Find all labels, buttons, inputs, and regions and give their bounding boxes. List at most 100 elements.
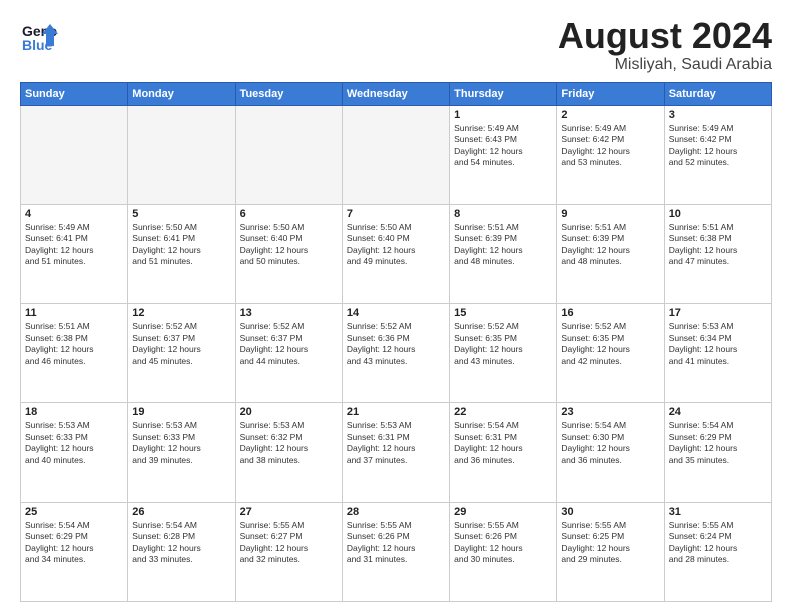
day-info: Sunrise: 5:53 AM Sunset: 6:32 PM Dayligh…: [240, 420, 338, 466]
calendar-cell: 14 Sunrise: 5:52 AM Sunset: 6:36 PM Dayli…: [342, 304, 449, 403]
calendar-cell: 7 Sunrise: 5:50 AM Sunset: 6:40 PM Daylig…: [342, 204, 449, 303]
calendar-cell: 1 Sunrise: 5:49 AM Sunset: 6:43 PM Daylig…: [450, 105, 557, 204]
calendar-week-row: 25 Sunrise: 5:54 AM Sunset: 6:29 PM Dayli…: [21, 502, 772, 601]
day-number: 2: [561, 109, 659, 121]
calendar-cell: 20 Sunrise: 5:53 AM Sunset: 6:32 PM Dayli…: [235, 403, 342, 502]
day-info: Sunrise: 5:52 AM Sunset: 6:35 PM Dayligh…: [561, 321, 659, 367]
calendar-week-row: 4Sunrise: 5:49 AM Sunset: 6:41 PM Daylig…: [21, 204, 772, 303]
calendar-cell: 22 Sunrise: 5:54 AM Sunset: 6:31 PM Dayli…: [450, 403, 557, 502]
calendar-cell: [342, 105, 449, 204]
day-info: Sunrise: 5:51 AM Sunset: 6:39 PM Dayligh…: [454, 222, 552, 268]
day-number: 18: [25, 406, 123, 418]
calendar-cell: [21, 105, 128, 204]
calendar-week-row: 18 Sunrise: 5:53 AM Sunset: 6:33 PM Dayli…: [21, 403, 772, 502]
day-number: 23: [561, 406, 659, 418]
day-number: 9: [561, 208, 659, 220]
calendar-cell: [235, 105, 342, 204]
day-number: 15: [454, 307, 552, 319]
day-info: Sunrise: 5:53 AM Sunset: 6:34 PM Dayligh…: [669, 321, 767, 367]
weekday-header: Saturday: [664, 82, 771, 105]
calendar-week-row: 11 Sunrise: 5:51 AM Sunset: 6:38 PM Dayli…: [21, 304, 772, 403]
day-info: Sunrise: 5:54 AM Sunset: 6:30 PM Dayligh…: [561, 420, 659, 466]
day-info: Sunrise: 5:53 AM Sunset: 6:33 PM Dayligh…: [25, 420, 123, 466]
day-number: 17: [669, 307, 767, 319]
day-info: Sunrise: 5:51 AM Sunset: 6:39 PM Dayligh…: [561, 222, 659, 268]
day-info: Sunrise: 5:55 AM Sunset: 6:27 PM Dayligh…: [240, 520, 338, 566]
title-block: August 2024 Misliyah, Saudi Arabia: [558, 16, 772, 74]
page: General Blue August 2024 Misliyah, Saudi…: [0, 0, 792, 612]
day-info: Sunrise: 5:52 AM Sunset: 6:36 PM Dayligh…: [347, 321, 445, 367]
day-number: 21: [347, 406, 445, 418]
day-number: 3: [669, 109, 767, 121]
day-number: 7: [347, 208, 445, 220]
calendar-cell: 31 Sunrise: 5:55 AM Sunset: 6:24 PM Dayli…: [664, 502, 771, 601]
day-info: Sunrise: 5:51 AM Sunset: 6:38 PM Dayligh…: [669, 222, 767, 268]
weekday-header: Monday: [128, 82, 235, 105]
day-info: Sunrise: 5:51 AM Sunset: 6:38 PM Dayligh…: [25, 321, 123, 367]
calendar-cell: 9 Sunrise: 5:51 AM Sunset: 6:39 PM Daylig…: [557, 204, 664, 303]
day-number: 28: [347, 506, 445, 518]
day-number: 26: [132, 506, 230, 518]
calendar-cell: 19 Sunrise: 5:53 AM Sunset: 6:33 PM Dayli…: [128, 403, 235, 502]
day-number: 25: [25, 506, 123, 518]
day-number: 29: [454, 506, 552, 518]
weekday-header: Sunday: [21, 82, 128, 105]
calendar-cell: 27 Sunrise: 5:55 AM Sunset: 6:27 PM Dayli…: [235, 502, 342, 601]
day-number: 19: [132, 406, 230, 418]
logo: General Blue: [20, 16, 58, 54]
day-info: Sunrise: 5:52 AM Sunset: 6:37 PM Dayligh…: [132, 321, 230, 367]
day-number: 5: [132, 208, 230, 220]
calendar-cell: 12 Sunrise: 5:52 AM Sunset: 6:37 PM Dayli…: [128, 304, 235, 403]
day-info: Sunrise: 5:52 AM Sunset: 6:35 PM Dayligh…: [454, 321, 552, 367]
day-number: 27: [240, 506, 338, 518]
day-info: Sunrise: 5:53 AM Sunset: 6:33 PM Dayligh…: [132, 420, 230, 466]
weekday-header: Tuesday: [235, 82, 342, 105]
day-info: Sunrise: 5:55 AM Sunset: 6:25 PM Dayligh…: [561, 520, 659, 566]
calendar-cell: [128, 105, 235, 204]
day-info: Sunrise: 5:49 AM Sunset: 6:42 PM Dayligh…: [669, 123, 767, 169]
day-info: Sunrise: 5:55 AM Sunset: 6:24 PM Dayligh…: [669, 520, 767, 566]
location-title: Misliyah, Saudi Arabia: [558, 56, 772, 74]
day-info: Sunrise: 5:49 AM Sunset: 6:42 PM Dayligh…: [561, 123, 659, 169]
calendar-cell: 10 Sunrise: 5:51 AM Sunset: 6:38 PM Dayli…: [664, 204, 771, 303]
day-info: Sunrise: 5:49 AM Sunset: 6:41 PM Dayligh…: [25, 222, 123, 268]
calendar-table: SundayMondayTuesdayWednesdayThursdayFrid…: [20, 82, 772, 602]
day-number: 31: [669, 506, 767, 518]
calendar-cell: 29Sunrise: 5:55 AM Sunset: 6:26 PM Dayli…: [450, 502, 557, 601]
day-info: Sunrise: 5:54 AM Sunset: 6:28 PM Dayligh…: [132, 520, 230, 566]
day-number: 16: [561, 307, 659, 319]
calendar-header-row: SundayMondayTuesdayWednesdayThursdayFrid…: [21, 82, 772, 105]
calendar-cell: 26 Sunrise: 5:54 AM Sunset: 6:28 PM Dayli…: [128, 502, 235, 601]
weekday-header: Wednesday: [342, 82, 449, 105]
header: General Blue August 2024 Misliyah, Saudi…: [20, 16, 772, 74]
day-info: Sunrise: 5:53 AM Sunset: 6:31 PM Dayligh…: [347, 420, 445, 466]
calendar-cell: 15 Sunrise: 5:52 AM Sunset: 6:35 PM Dayli…: [450, 304, 557, 403]
day-number: 22: [454, 406, 552, 418]
calendar-cell: 13Sunrise: 5:52 AM Sunset: 6:37 PM Dayli…: [235, 304, 342, 403]
day-number: 1: [454, 109, 552, 121]
month-title: August 2024: [558, 16, 772, 56]
calendar-cell: 25 Sunrise: 5:54 AM Sunset: 6:29 PM Dayli…: [21, 502, 128, 601]
calendar-cell: 3 Sunrise: 5:49 AM Sunset: 6:42 PM Daylig…: [664, 105, 771, 204]
day-info: Sunrise: 5:50 AM Sunset: 6:40 PM Dayligh…: [240, 222, 338, 268]
calendar-cell: 18 Sunrise: 5:53 AM Sunset: 6:33 PM Dayli…: [21, 403, 128, 502]
day-info: Sunrise: 5:54 AM Sunset: 6:31 PM Dayligh…: [454, 420, 552, 466]
calendar-cell: 28Sunrise: 5:55 AM Sunset: 6:26 PM Dayli…: [342, 502, 449, 601]
day-number: 20: [240, 406, 338, 418]
day-number: 24: [669, 406, 767, 418]
calendar-cell: 17 Sunrise: 5:53 AM Sunset: 6:34 PM Dayli…: [664, 304, 771, 403]
day-info: Sunrise: 5:50 AM Sunset: 6:40 PM Dayligh…: [347, 222, 445, 268]
day-number: 11: [25, 307, 123, 319]
day-number: 12: [132, 307, 230, 319]
calendar-cell: 21 Sunrise: 5:53 AM Sunset: 6:31 PM Dayli…: [342, 403, 449, 502]
logo-icon: General Blue: [20, 16, 58, 54]
weekday-header: Thursday: [450, 82, 557, 105]
calendar-cell: 24Sunrise: 5:54 AM Sunset: 6:29 PM Dayli…: [664, 403, 771, 502]
day-number: 14: [347, 307, 445, 319]
calendar-cell: 30Sunrise: 5:55 AM Sunset: 6:25 PM Dayli…: [557, 502, 664, 601]
day-number: 10: [669, 208, 767, 220]
calendar-cell: 6Sunrise: 5:50 AM Sunset: 6:40 PM Daylig…: [235, 204, 342, 303]
calendar-cell: 23 Sunrise: 5:54 AM Sunset: 6:30 PM Dayli…: [557, 403, 664, 502]
day-info: Sunrise: 5:49 AM Sunset: 6:43 PM Dayligh…: [454, 123, 552, 169]
day-info: Sunrise: 5:54 AM Sunset: 6:29 PM Dayligh…: [25, 520, 123, 566]
